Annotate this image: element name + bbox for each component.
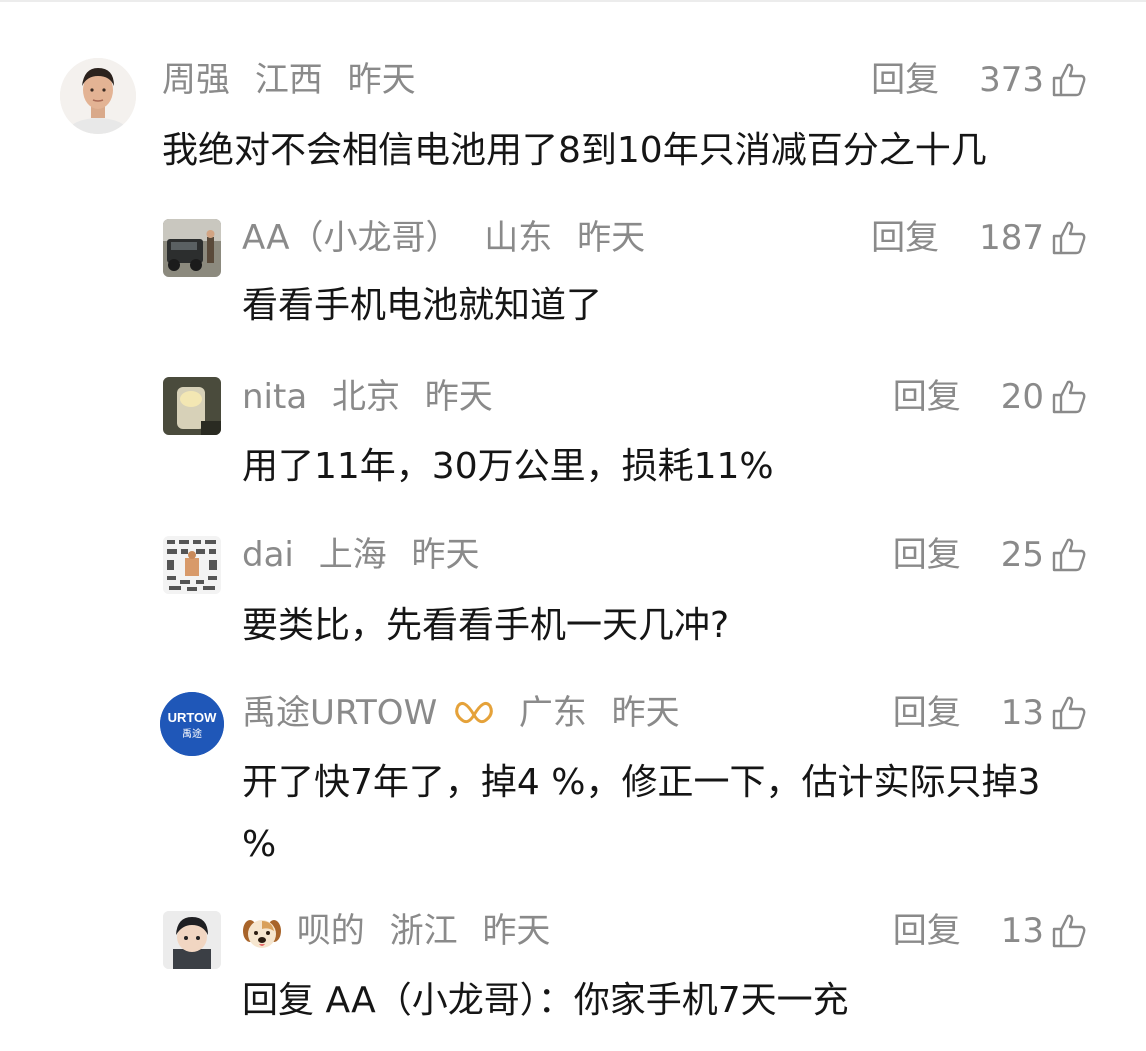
comment-actions: 回复 373 xyxy=(871,60,1088,100)
thumbs-up-icon[interactable] xyxy=(1050,378,1088,416)
avatar-logo-sub: 禹途 xyxy=(182,727,202,740)
like-count: 13 xyxy=(1000,693,1044,733)
user-avatar[interactable]: URTOW 禹途 xyxy=(160,692,224,756)
author-name[interactable]: dai xyxy=(242,535,294,575)
thumbs-up-icon[interactable] xyxy=(1050,61,1088,99)
person-avatar-icon xyxy=(60,58,136,134)
comment-actions: 回复 13 xyxy=(893,693,1088,733)
reply-button[interactable]: 回复 xyxy=(893,911,961,951)
author-location: 上海 xyxy=(318,535,387,575)
comment-meta: 禹途URTOW 广东 昨天 xyxy=(242,693,694,733)
comment-meta: nita 北京 昨天 xyxy=(242,377,507,417)
comment-time: 昨天 xyxy=(577,218,646,258)
like-count: 13 xyxy=(1000,911,1044,951)
author-location: 浙江 xyxy=(389,911,458,951)
reply-button[interactable]: 回复 xyxy=(893,693,961,733)
comment-time: 昨天 xyxy=(611,693,680,733)
candle-photo-avatar-icon xyxy=(163,377,221,435)
author-name[interactable]: nita xyxy=(242,377,307,417)
user-avatar[interactable] xyxy=(163,911,221,969)
like-count: 373 xyxy=(979,60,1044,100)
comment-time: 昨天 xyxy=(424,377,493,417)
comment-text: 要类比，先看看手机一天几冲? xyxy=(242,605,730,646)
comment-actions: 回复 25 xyxy=(893,535,1088,575)
reply-button[interactable]: 回复 xyxy=(893,377,961,417)
comment-meta: AA（小龙哥） 山东 昨天 xyxy=(242,218,659,258)
thumbs-up-icon[interactable] xyxy=(1050,219,1088,257)
comment-time: 昨天 xyxy=(347,60,416,100)
comment-meta: dai 上海 昨天 xyxy=(242,535,494,575)
author-name[interactable]: 禹途URTOW xyxy=(242,693,437,733)
comment-actions: 回复 187 xyxy=(871,218,1088,258)
comment-text: 开了快7年了，掉4 %，修正一下，估计实际只掉3 % xyxy=(242,762,1041,865)
reply-button[interactable]: 回复 xyxy=(871,60,939,100)
comment-text: 我绝对不会相信电池用了8到10年只消减百分之十几 xyxy=(162,130,987,171)
butterfly-badge-icon xyxy=(455,701,493,723)
user-avatar[interactable] xyxy=(60,58,136,134)
comment-text: 用了11年，30万公里，损耗11% xyxy=(242,446,774,487)
author-location: 江西 xyxy=(254,60,323,100)
tools-grid-avatar-icon xyxy=(163,536,221,594)
thumbs-up-icon[interactable] xyxy=(1050,536,1088,574)
top-divider xyxy=(0,0,1146,2)
author-location: 山东 xyxy=(484,218,553,258)
comment-actions: 回复 20 xyxy=(893,377,1088,417)
comment-time: 昨天 xyxy=(482,911,551,951)
author-location: 广东 xyxy=(518,693,587,733)
user-avatar[interactable] xyxy=(163,536,221,594)
comment-meta: 周强 江西 昨天 xyxy=(162,60,430,100)
urtow-logo-avatar-icon: URTOW 禹途 xyxy=(160,692,224,756)
cartoon-boy-avatar-icon xyxy=(163,911,221,969)
comment-text: 回复 AA（小龙哥）：你家手机7天一充 xyxy=(242,980,849,1021)
user-avatar[interactable] xyxy=(163,219,221,277)
author-name[interactable]: 周强 xyxy=(162,60,230,100)
dog-emoji-icon xyxy=(243,919,281,948)
reply-button[interactable]: 回复 xyxy=(893,535,961,575)
user-avatar[interactable] xyxy=(163,377,221,435)
comment-meta: 呗的 浙江 昨天 xyxy=(242,911,564,953)
like-count: 187 xyxy=(979,218,1044,258)
avatar-logo-text: URTOW xyxy=(168,710,218,725)
reply-button[interactable]: 回复 xyxy=(871,218,939,258)
thumbs-up-icon[interactable] xyxy=(1050,694,1088,732)
like-count: 20 xyxy=(1000,377,1044,417)
car-photo-avatar-icon xyxy=(163,219,221,277)
like-count: 25 xyxy=(1000,535,1044,575)
author-name[interactable]: 呗的 xyxy=(297,911,365,951)
comment-actions: 回复 13 xyxy=(893,911,1088,951)
comment-time: 昨天 xyxy=(411,535,480,575)
thumbs-up-icon[interactable] xyxy=(1050,912,1088,950)
author-location: 北京 xyxy=(331,377,400,417)
author-name[interactable]: AA（小龙哥） xyxy=(242,218,459,258)
comment-text: 看看手机电池就知道了 xyxy=(242,285,603,326)
